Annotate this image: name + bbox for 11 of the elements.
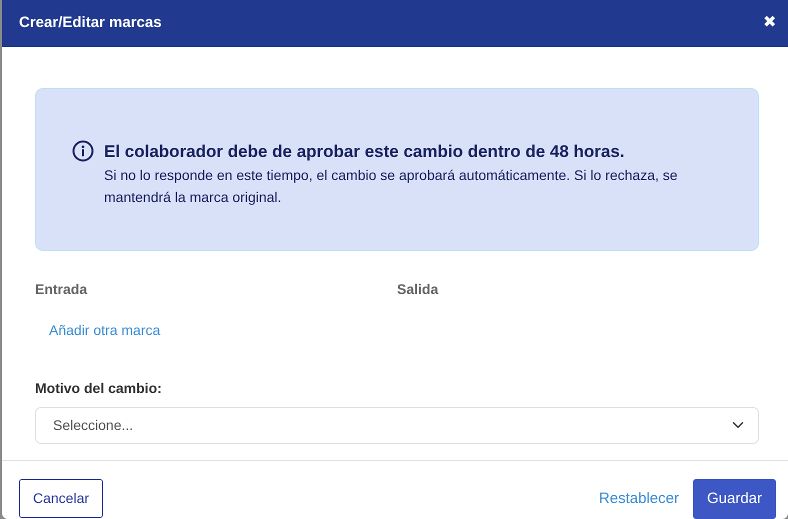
- save-button[interactable]: Guardar: [692, 478, 776, 519]
- cancel-button[interactable]: Cancelar: [19, 479, 104, 518]
- alert-heading: El colaborador debe de aprobar este cambio dentro de 48 horas.: [104, 140, 626, 162]
- info-icon: [72, 140, 94, 162]
- close-button[interactable]: ✖: [763, 15, 776, 32]
- reason-select[interactable]: Seleccione...: [35, 406, 759, 444]
- alert-text: Si no lo responde en este tiempo, el cambio se aprobará automáticamente. Si lo rechaza, se mantendrá la marca original.: [104, 166, 679, 207]
- modal-title: Crear/Editar marcas: [19, 13, 162, 33]
- column-label: Entrada: [35, 280, 88, 296]
- column-label: Salida: [397, 280, 438, 296]
- reason-label: Motivo del cambio:: [35, 378, 162, 398]
